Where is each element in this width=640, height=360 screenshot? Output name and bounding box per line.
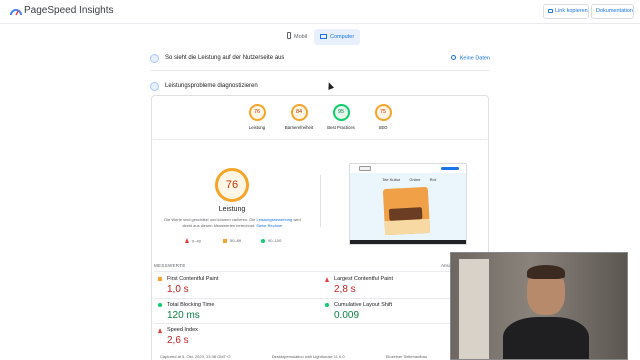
info-icon — [450, 55, 456, 60]
gauge-label: SEO — [378, 125, 388, 130]
metrics-heading: MESSWERTE — [154, 263, 186, 268]
preview-sea — [384, 218, 431, 236]
link-icon — [548, 8, 553, 13]
preview-boat — [388, 207, 423, 221]
legend-average: 50–89 — [223, 238, 241, 244]
metrics-view-toggle[interactable]: Ansi — [441, 263, 450, 268]
gauge-best-practices[interactable]: 95 Best Practices — [321, 104, 361, 130]
preview-button — [441, 167, 459, 170]
gauge-accessibility[interactable]: 84 Barrierefreiheit — [279, 104, 319, 130]
emulation-info: Desktopemulation with Lighthouse 11.0.0 — [271, 354, 345, 359]
field-data-title: So sieht die Leistung auf der Nutzerseit… — [165, 55, 285, 61]
field-data-section[interactable]: So sieht die Leistung auf der Nutzerseit… — [150, 51, 490, 71]
preview-logo — [359, 166, 371, 171]
gauge-seo[interactable]: 75 SEO — [363, 104, 403, 130]
preview-nav-item: Grüne — [409, 177, 421, 182]
preview-nav-item: Rot — [429, 177, 436, 182]
browser-page: PageSpeed Insights Link kopieren Dokumen… — [0, 0, 640, 360]
performance-label: Leistung — [218, 206, 246, 213]
metric-value: 0.009 — [334, 310, 360, 321]
diagnose-section: Leistungsprobleme diagnostizieren — [150, 79, 490, 95]
triangle-icon — [158, 328, 162, 333]
legend-range: 90–100 — [268, 238, 282, 243]
gauge-label: Barrierefreiheit — [284, 125, 314, 130]
preview-hero-image — [382, 186, 431, 236]
metric-name: Speed Index — [167, 327, 198, 333]
tab-desktop[interactable]: Computer — [314, 29, 361, 45]
gauge-score: 76 — [248, 104, 266, 121]
legend-range: 0–49 — [192, 238, 201, 244]
diagnose-title: Leistungsprobleme diagnostizieren — [165, 83, 258, 89]
phone-icon — [287, 32, 291, 39]
metric-name: Cumulative Layout Shift — [334, 302, 393, 308]
metric-value: 120 ms — [167, 310, 200, 321]
session-info: Einzelner Seitenaufbau — [385, 354, 428, 359]
metric-name: Total Blocking Time — [167, 302, 215, 308]
scoring-link[interactable]: Leistungsbewertung — [256, 217, 292, 222]
copy-link-button[interactable]: Link kopieren — [543, 4, 589, 19]
vertical-divider — [320, 175, 321, 227]
legend-good: 90–100 — [261, 238, 281, 244]
gauge-score: 75 — [374, 104, 392, 121]
gauge-label: Best Practices — [327, 125, 355, 130]
metrics-divider — [154, 271, 469, 272]
pagespeed-logo-icon — [10, 9, 22, 16]
tab-mobile[interactable]: Mobil — [281, 29, 313, 45]
no-data-label: Keine Daten — [459, 55, 490, 62]
metric-name: Largest Contentful Paint — [334, 276, 394, 282]
triangle-icon — [185, 238, 189, 243]
score-legend: 0–49 50–89 90–100 — [185, 238, 295, 246]
triangle-icon — [325, 277, 329, 282]
lighthouse-icon — [150, 82, 159, 91]
gauge-label: Leistung — [248, 125, 266, 130]
webcam-person-hair — [527, 265, 565, 279]
gauge-score: 95 — [332, 104, 350, 121]
calculator-link[interactable]: Siehe Rechner — [256, 223, 282, 228]
metric-value: 2,8 s — [334, 284, 356, 295]
brand-title[interactable]: PageSpeed Insights — [24, 5, 114, 16]
disclaimer-text: Die Werte sind geschätzt und können vari… — [164, 217, 257, 222]
tab-mobile-label: Mobil — [294, 34, 308, 40]
metric-value: 1,0 s — [167, 284, 189, 295]
circle-icon — [325, 303, 329, 307]
captured-time: Captured at 5. Okt. 2023, 13:38 GMT+2 — [160, 354, 231, 359]
webcam-overlay — [450, 252, 628, 360]
preview-footer-bar — [350, 240, 466, 244]
top-bar: PageSpeed Insights Link kopieren Dokumen… — [0, 0, 640, 24]
webcam-person-body — [503, 317, 589, 359]
page-screenshot-preview: Tee Kultur Grüne Rot — [349, 163, 467, 245]
metrics-divider — [154, 323, 469, 324]
square-icon — [223, 238, 227, 243]
webcam-door — [459, 259, 489, 359]
circle-icon — [158, 303, 162, 307]
square-icon — [158, 277, 162, 281]
no-data-link[interactable]: Keine Daten — [450, 55, 490, 62]
metrics-divider — [154, 298, 469, 299]
gauge-score: 84 — [290, 104, 308, 121]
legend-range: 50–89 — [230, 238, 242, 243]
divider — [153, 139, 487, 140]
preview-nav-item: Tee Kultur — [382, 177, 401, 182]
gauge-performance[interactable]: 76 Leistung — [237, 104, 277, 130]
report-footer: Captured at 5. Okt. 2023, 13:38 GMT+2 De… — [160, 354, 467, 359]
preview-nav: Tee Kultur Grüne Rot — [350, 177, 466, 182]
users-icon — [150, 54, 159, 63]
monitor-icon — [320, 33, 327, 39]
metric-name: First Contentful Paint — [167, 276, 219, 282]
score-disclaimer: Die Werte sind geschätzt und können vari… — [161, 217, 304, 229]
documentation-button[interactable]: Dokumentation — [591, 4, 634, 19]
metric-value: 2,6 s — [167, 335, 189, 346]
tab-desktop-label: Computer — [330, 34, 355, 40]
copy-link-label: Link kopieren — [555, 8, 588, 14]
circle-icon — [261, 238, 265, 243]
legend-poor: 0–49 — [185, 238, 201, 245]
performance-score-gauge: 76 — [215, 168, 249, 202]
